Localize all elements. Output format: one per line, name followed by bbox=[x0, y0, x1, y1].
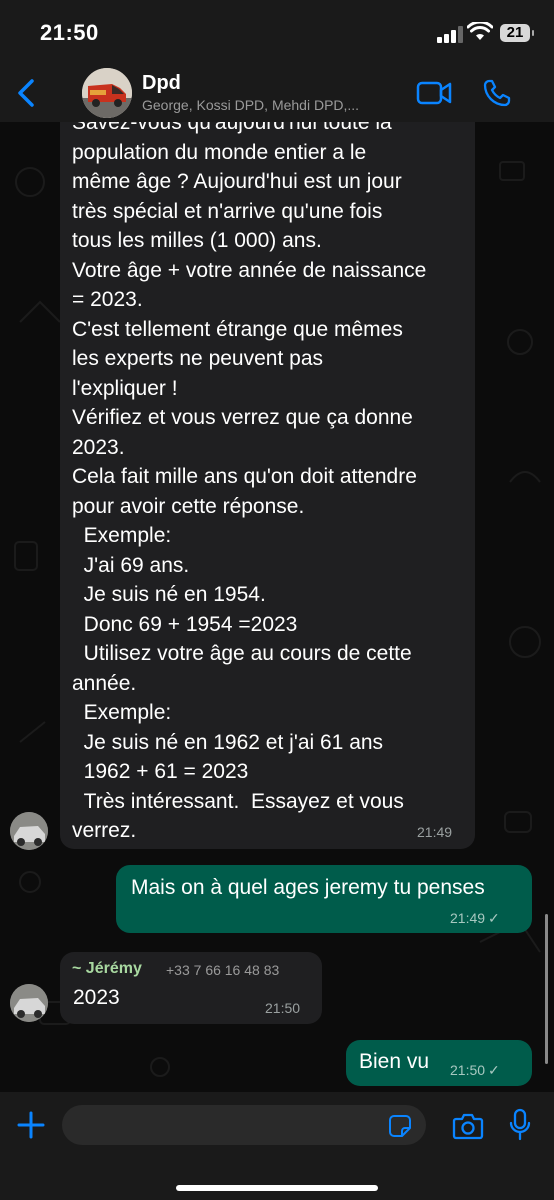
timestamp-text: 21:50 bbox=[450, 1062, 486, 1078]
sticker-icon[interactable] bbox=[388, 1114, 412, 1138]
group-avatar[interactable] bbox=[82, 68, 132, 118]
home-indicator[interactable] bbox=[176, 1185, 378, 1191]
battery-indicator: 21 bbox=[500, 24, 534, 42]
plus-icon[interactable] bbox=[16, 1110, 46, 1140]
status-time: 21:50 bbox=[40, 20, 99, 45]
chat-participants[interactable]: George, Kossi DPD, Mehdi DPD,... bbox=[142, 97, 359, 113]
sender-name[interactable]: ~ Jérémy bbox=[72, 960, 142, 978]
sender-avatar[interactable] bbox=[10, 984, 48, 1022]
car-avatar-image bbox=[10, 984, 48, 1022]
message-timestamp: 21:49 bbox=[417, 824, 453, 840]
scrollbar[interactable] bbox=[545, 914, 548, 1064]
chevron-left-icon[interactable] bbox=[14, 78, 38, 108]
sent-check-icon: ✓ bbox=[488, 910, 500, 926]
sender-avatar[interactable] bbox=[10, 812, 48, 850]
car-avatar-image bbox=[10, 812, 48, 850]
sent-check-icon: ✓ bbox=[488, 1062, 500, 1078]
status-bar: 21:50 21 bbox=[0, 0, 554, 62]
message-text: 2023 bbox=[73, 986, 120, 1009]
phone-icon[interactable] bbox=[482, 78, 512, 108]
message-input-bar bbox=[0, 1092, 554, 1200]
message-text: Mais on à quel ages jeremy tu penses bbox=[131, 876, 485, 899]
message-timestamp: 21:49 ✓ bbox=[450, 910, 500, 927]
sender-phone: +33 7 66 16 48 83 bbox=[166, 962, 280, 978]
wifi-icon bbox=[467, 22, 493, 40]
camera-icon[interactable] bbox=[452, 1112, 484, 1140]
video-camera-icon[interactable] bbox=[416, 80, 452, 106]
message-timestamp: 21:50 ✓ bbox=[450, 1062, 500, 1079]
chat-title[interactable]: Dpd bbox=[142, 72, 181, 95]
chat-header: Dpd George, Kossi DPD, Mehdi DPD,... bbox=[0, 62, 554, 122]
message-timestamp: 21:50 bbox=[265, 1000, 301, 1016]
cellular-signal-icon bbox=[437, 25, 463, 43]
timestamp-text: 21:49 bbox=[450, 910, 486, 926]
message-text: Bien vu bbox=[359, 1050, 430, 1073]
van-image bbox=[82, 68, 132, 118]
chat-messages[interactable]: Savez-vous qu'aujourd'hui toute la popul… bbox=[0, 122, 554, 1092]
message-input[interactable] bbox=[62, 1105, 426, 1145]
microphone-icon[interactable] bbox=[508, 1108, 532, 1142]
message-text: Savez-vous qu'aujourd'hui toute la popul… bbox=[72, 122, 427, 842]
